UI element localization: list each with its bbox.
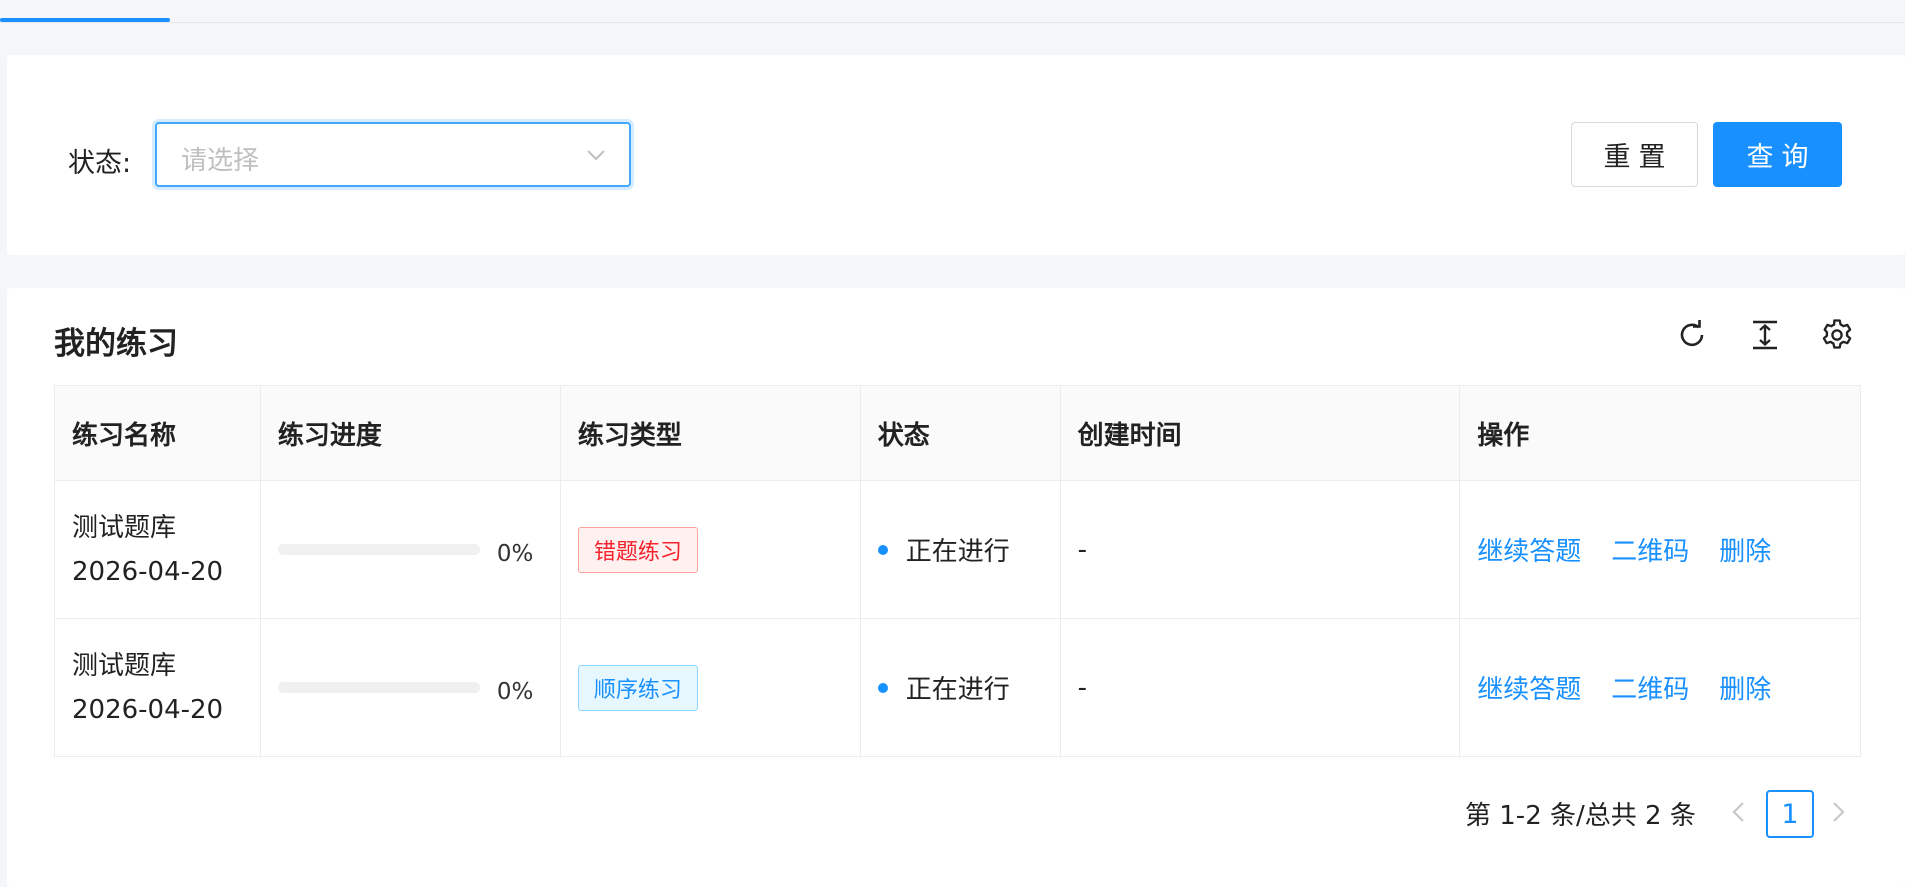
status-dot — [877, 682, 888, 693]
practice-date: 2026-04-20 — [72, 556, 224, 587]
delete-button[interactable]: 删除 — [1719, 537, 1771, 567]
status-select[interactable]: 请选择 — [155, 122, 631, 187]
actions-cell: 继续答题 二维码 删除 — [1459, 618, 1861, 757]
pagination-summary: 第 1-2 条/总共 2 条 — [1465, 801, 1696, 831]
status-cell: 正在进行 — [859, 480, 1061, 619]
progress-cell: 0% — [259, 618, 561, 757]
type-cell: 错题练习 — [559, 480, 861, 619]
status-filter-label: 状态: — [68, 148, 132, 179]
chevron-right-icon[interactable] — [1826, 798, 1850, 826]
table-row: 测试题库 2026-04-20 0% 顺序练习 正在进行 - 继续答题 二维码 删除 — [54, 618, 1861, 757]
reset-button[interactable]: 重置 — [1571, 122, 1698, 187]
status-select-placeholder: 请选择 — [181, 146, 260, 176]
tabs-bar — [0, 0, 1905, 23]
gear-icon[interactable] — [1820, 318, 1854, 352]
practice-name: 测试题库 — [72, 650, 177, 681]
practice-type-tag: 顺序练习 — [577, 664, 698, 711]
actions-cell: 继续答题 二维码 删除 — [1459, 480, 1861, 619]
table-header-row: 练习名称 练习进度 练习类型 状态 创建时间 操作 — [54, 385, 1861, 481]
created-cell: - — [1059, 618, 1461, 757]
status-dot — [877, 544, 888, 555]
delete-button[interactable]: 删除 — [1719, 675, 1771, 705]
practice-name-cell: 测试题库 2026-04-20 — [54, 480, 261, 619]
progress-cell: 0% — [259, 480, 561, 619]
column-height-icon[interactable] — [1748, 318, 1782, 352]
practice-type-tag: 错题练习 — [577, 526, 698, 573]
column-header-type: 练习类型 — [559, 385, 861, 481]
query-button[interactable]: 查询 — [1713, 122, 1842, 187]
type-cell: 顺序练习 — [559, 618, 861, 757]
column-header-created: 创建时间 — [1059, 385, 1461, 481]
practice-date: 2026-04-20 — [72, 694, 224, 725]
chevron-left-icon[interactable] — [1727, 798, 1751, 826]
progress-text: 0% — [496, 540, 534, 567]
table-row: 测试题库 2026-04-20 0% 错题练习 正在进行 - 继续答题 二维码 删除 — [54, 480, 1861, 619]
continue-button[interactable]: 继续答题 — [1477, 537, 1581, 567]
practice-table: 练习名称 练习进度 练习类型 状态 创建时间 操作 测试题库 2026-04-2… — [54, 385, 1861, 757]
column-header-actions: 操作 — [1459, 385, 1861, 481]
list-title: 我的练习 — [54, 326, 178, 362]
progress-text: 0% — [496, 678, 534, 705]
column-header-name: 练习名称 — [54, 385, 261, 481]
continue-button[interactable]: 继续答题 — [1477, 675, 1581, 705]
status-cell: 正在进行 — [859, 618, 1061, 757]
progress-bar — [277, 682, 480, 693]
status-text: 正在进行 — [905, 537, 1010, 567]
qrcode-button[interactable]: 二维码 — [1611, 537, 1689, 567]
status-text: 正在进行 — [905, 675, 1010, 705]
column-header-progress: 练习进度 — [259, 385, 561, 481]
practice-name: 测试题库 — [72, 512, 177, 543]
chevron-down-icon — [587, 150, 605, 161]
progress-bar — [277, 544, 480, 555]
practice-name-cell: 测试题库 2026-04-20 — [54, 618, 261, 757]
active-tab-indicator[interactable] — [0, 18, 170, 22]
pagination-page-1[interactable]: 1 — [1766, 790, 1814, 838]
column-header-status: 状态 — [859, 385, 1061, 481]
reload-icon[interactable] — [1675, 318, 1709, 352]
created-cell: - — [1059, 480, 1461, 619]
qrcode-button[interactable]: 二维码 — [1611, 675, 1689, 705]
